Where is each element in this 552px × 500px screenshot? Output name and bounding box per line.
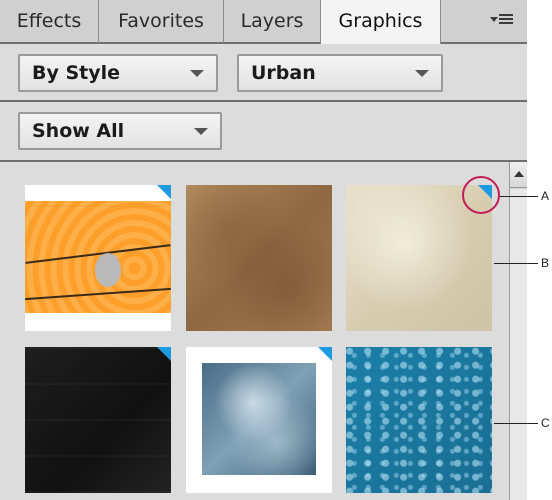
panel-tab-bar: Effects Favorites Layers Graphics [0, 0, 527, 44]
scroll-track[interactable] [510, 189, 527, 500]
menu-lines-icon [499, 14, 513, 26]
callout-label-b: B [541, 256, 550, 270]
filter-row-2: Show All [0, 102, 527, 162]
display-dropdown[interactable]: Show All [18, 112, 222, 150]
download-indicator-icon [318, 347, 332, 361]
thumbnail-grid [0, 162, 509, 500]
thumbnail-black-texture[interactable] [25, 347, 171, 493]
thumbnail-image [202, 363, 316, 475]
chevron-down-icon [194, 128, 208, 135]
tab-effects[interactable]: Effects [0, 0, 99, 44]
callout-highlight-circle [462, 176, 500, 214]
thumbnail-orange-barbed-wire[interactable] [25, 185, 171, 331]
category-dropdown-value: By Style [32, 62, 121, 84]
arrow-up-icon [514, 171, 524, 177]
menu-arrow-icon [490, 17, 498, 22]
category-dropdown[interactable]: By Style [18, 54, 218, 92]
barbed-wire-line [25, 287, 171, 301]
tab-graphics[interactable]: Graphics [321, 0, 441, 44]
chevron-down-icon [190, 70, 204, 77]
thumbnail-image [25, 201, 171, 313]
download-indicator-icon [157, 185, 171, 199]
callout-label-a: A [541, 189, 550, 203]
graphics-panel: Effects Favorites Layers Graphics By Sty… [0, 0, 527, 500]
paint-splash [95, 253, 121, 287]
callout-line-b [494, 263, 538, 264]
callout-line-c [494, 423, 538, 424]
vertical-scrollbar[interactable] [509, 162, 527, 500]
display-dropdown-value: Show All [32, 120, 125, 142]
style-dropdown-value: Urban [251, 62, 316, 84]
callout-line-a [500, 196, 538, 197]
tab-layers[interactable]: Layers [224, 0, 321, 44]
tab-favorites[interactable]: Favorites [99, 0, 224, 44]
thumbnail-blue-pattern[interactable] [346, 347, 492, 493]
thumbnail-brown-grunge[interactable] [186, 185, 332, 331]
callout-label-c: C [541, 416, 550, 430]
panel-options-menu-icon[interactable] [484, 6, 524, 36]
scroll-up-button[interactable] [510, 162, 527, 188]
thumbnail-blue-cloud[interactable] [186, 347, 332, 493]
filter-row-1: By Style Urban [0, 44, 527, 102]
style-dropdown[interactable]: Urban [237, 54, 443, 92]
chevron-down-icon [415, 70, 429, 77]
download-indicator-icon [157, 347, 171, 361]
